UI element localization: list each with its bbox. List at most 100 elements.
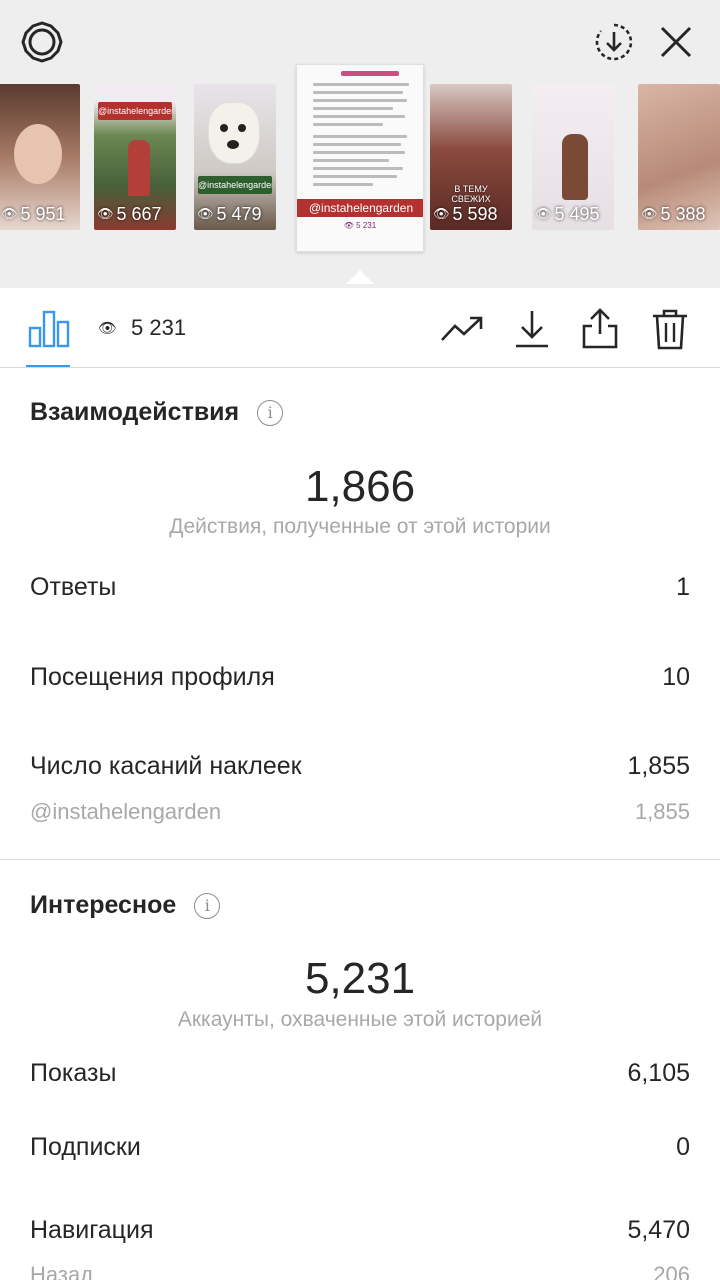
story-views: 👁 5 951 bbox=[0, 204, 80, 224]
discovery-title: Интересное bbox=[30, 891, 177, 919]
stat-label: Число касаний наклеек bbox=[30, 752, 302, 780]
interactions-title: Взаимодействия bbox=[30, 398, 240, 426]
stat-label: Навигация bbox=[30, 1216, 154, 1244]
story-thumbnail[interactable]: @instahelengarden 👁 5 667 bbox=[94, 84, 176, 230]
story-views: 👁 5 231 bbox=[303, 221, 417, 249]
story-views: 👁 5 479 bbox=[194, 204, 276, 224]
interactions-heading: Взаимодействия i bbox=[30, 398, 284, 427]
story-dog-eye bbox=[238, 124, 246, 132]
stat-value: 5,470 bbox=[627, 1216, 690, 1244]
stat-row-profile-visits: Посещения профиля 10 bbox=[30, 663, 690, 692]
download-story-button[interactable] bbox=[590, 18, 638, 66]
interactions-total: 1,866 bbox=[304, 462, 416, 511]
eye-icon: 👁 bbox=[1, 206, 18, 221]
story-text-line bbox=[313, 99, 407, 102]
eye-icon: 👁 bbox=[535, 206, 552, 221]
insights-tab[interactable] bbox=[26, 308, 72, 348]
story-toolbar: 👁 5 231 bbox=[0, 288, 720, 368]
promote-button[interactable] bbox=[438, 306, 486, 352]
story-views-count: 5 231 bbox=[356, 221, 377, 230]
close-icon bbox=[660, 26, 692, 58]
stat-row-impressions: Показы 6,105 bbox=[30, 1059, 690, 1088]
stat-label: Ответы bbox=[30, 573, 117, 601]
stat-value: 1 bbox=[676, 573, 690, 601]
stat-value: 1,855 bbox=[634, 799, 690, 824]
save-button[interactable] bbox=[508, 306, 556, 352]
story-text-line bbox=[313, 143, 401, 146]
download-circle-icon bbox=[595, 23, 633, 61]
discovery-heading: Интересное i bbox=[30, 891, 221, 920]
stat-label: Показы bbox=[30, 1059, 117, 1087]
eye-icon: 👁 bbox=[433, 206, 450, 221]
stat-value: 10 bbox=[662, 663, 690, 691]
story-text-line bbox=[313, 183, 373, 186]
trash-icon bbox=[653, 309, 687, 350]
story-thumbnail[interactable]: 👁 5 495 bbox=[532, 84, 614, 230]
story-views: 👁 5 667 bbox=[94, 204, 176, 224]
story-text-line bbox=[313, 83, 409, 86]
story-views-count: 5 951 bbox=[20, 203, 66, 224]
bar-chart-icon bbox=[28, 310, 70, 348]
story-mention-tag: @instahelengarden bbox=[297, 199, 423, 217]
viewers-count-value: 5 231 bbox=[131, 315, 187, 340]
story-dog-nose bbox=[227, 140, 239, 149]
story-views-count: 5 598 bbox=[452, 203, 498, 224]
story-dog-image bbox=[208, 102, 260, 164]
story-text-line bbox=[313, 167, 403, 170]
story-text-line bbox=[313, 135, 407, 138]
eye-icon: 👁 bbox=[641, 206, 658, 221]
info-icon[interactable]: i bbox=[257, 399, 284, 426]
selected-story-thumbnail[interactable]: @instahelengarden 👁 5 231 bbox=[296, 64, 424, 252]
story-views-count: 5 495 bbox=[554, 203, 600, 224]
section-divider bbox=[0, 859, 720, 860]
story-text-line bbox=[313, 175, 397, 178]
discovery-caption: Аккаунты, охваченные этой историей bbox=[177, 1008, 543, 1031]
delete-button[interactable] bbox=[646, 306, 694, 352]
story-mention-tag: @instahelengarden bbox=[198, 176, 272, 194]
story-views-count: 5 479 bbox=[216, 203, 262, 224]
story-thumbnail[interactable]: 👁 5 388 bbox=[638, 84, 720, 230]
close-button[interactable] bbox=[652, 18, 700, 66]
story-thumbnail[interactable]: 👁 5 951 bbox=[0, 84, 80, 230]
stat-label: @instahelengarden bbox=[30, 799, 222, 824]
download-icon bbox=[516, 311, 548, 348]
eye-icon: 👁 bbox=[98, 320, 118, 337]
trending-up-icon bbox=[441, 316, 483, 341]
info-icon[interactable]: i bbox=[194, 892, 221, 919]
stat-label: Посещения профиля bbox=[30, 663, 275, 691]
stat-value: 6,105 bbox=[627, 1059, 690, 1087]
share-button[interactable] bbox=[576, 306, 624, 352]
stat-label: Назад bbox=[30, 1262, 94, 1280]
eye-icon: 👁 bbox=[197, 206, 214, 221]
story-text-line bbox=[313, 123, 383, 126]
story-text-line bbox=[313, 91, 403, 94]
settings-icon bbox=[21, 21, 63, 63]
story-thumbnail[interactable]: @instahelengarden 👁 5 479 bbox=[194, 84, 276, 230]
story-dog-eye bbox=[220, 124, 228, 132]
discovery-total: 5,231 bbox=[304, 954, 416, 1003]
selected-pointer bbox=[346, 270, 374, 284]
story-views: 👁 5 598 bbox=[430, 204, 512, 224]
story-text-line bbox=[313, 107, 393, 110]
stat-value: 1,855 bbox=[627, 752, 690, 780]
stat-label: Подписки bbox=[30, 1133, 141, 1161]
story-text-line bbox=[341, 71, 399, 76]
stat-subrow-mention: @instahelengarden 1,855 bbox=[30, 799, 690, 825]
story-person-image bbox=[128, 140, 150, 196]
stat-subrow-back: Назад 206 bbox=[30, 1262, 690, 1280]
stat-row-replies: Ответы 1 bbox=[30, 573, 690, 602]
story-views-count: 5 388 bbox=[660, 203, 706, 224]
story-thumbnail[interactable]: В ТЕМУ СВЕЖИХ 👁 5 598 bbox=[430, 84, 512, 230]
story-views: 👁 5 388 bbox=[638, 204, 720, 224]
settings-button[interactable] bbox=[18, 18, 66, 66]
eye-icon: 👁 bbox=[343, 221, 354, 230]
stat-row-sticker-taps: Число касаний наклеек 1,855 bbox=[30, 752, 690, 781]
story-person-image bbox=[562, 134, 588, 200]
stat-row-navigation: Навигация 5,470 bbox=[30, 1216, 690, 1245]
viewers-count[interactable]: 👁 5 231 bbox=[98, 314, 186, 342]
story-strip-area: 👁 5 951 @instahelengarden 👁 5 667 @instahe… bbox=[0, 0, 720, 288]
stat-value: 0 bbox=[676, 1133, 690, 1161]
story-views: 👁 5 495 bbox=[532, 204, 614, 224]
story-thumbnails: 👁 5 951 @instahelengarden 👁 5 667 @instahe… bbox=[0, 64, 720, 284]
story-views-count: 5 667 bbox=[116, 203, 162, 224]
